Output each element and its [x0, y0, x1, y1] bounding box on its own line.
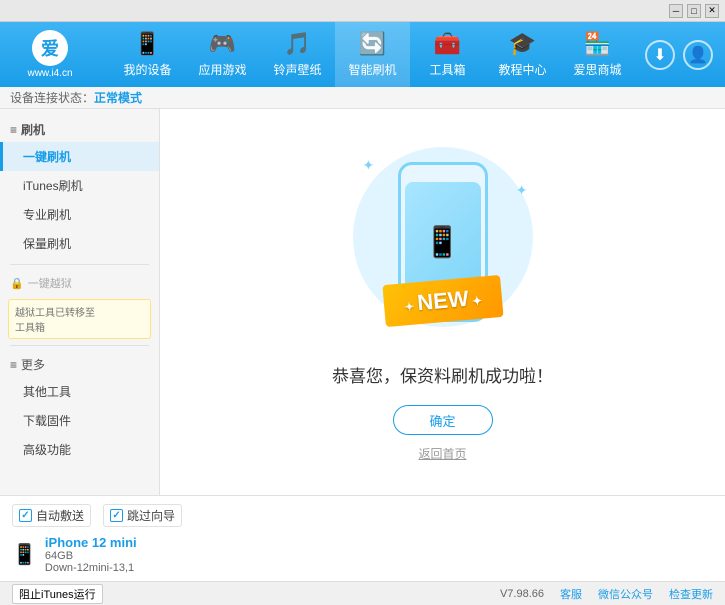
auto-send-checkbox[interactable]: 自动敷送: [12, 504, 91, 527]
stop-itunes-button[interactable]: 阻止iTunes运行: [12, 584, 103, 604]
window-controls[interactable]: ─ □ ✕: [669, 4, 719, 18]
more-section-label: 更多: [21, 356, 45, 373]
device-name: iPhone 12 mini: [45, 535, 137, 550]
flash-section-icon: ≡: [10, 123, 17, 137]
sidebar-item-advanced[interactable]: 高级功能: [0, 435, 159, 464]
sidebar-divider-2: [10, 345, 149, 346]
nav-ringtones-label: 铃声壁纸: [273, 61, 321, 78]
jailbreak-section-header: 🔒 一键越狱: [0, 271, 159, 295]
nav-smart-flash-icon: 🔄: [359, 31, 386, 57]
new-banner: NEW: [382, 275, 503, 327]
status-bottom-left: 阻止iTunes运行: [12, 584, 103, 604]
nav-app-store-icon: 🏪: [584, 31, 611, 57]
nav-smart-flash[interactable]: 🔄 智能刷机: [335, 22, 410, 87]
sidebar-divider-1: [10, 264, 149, 265]
sidebar-item-one-key-flash[interactable]: 一键刷机: [0, 142, 159, 171]
jailbreak-notice: 越狱工具已转移至工具箱: [8, 299, 151, 339]
minimize-button[interactable]: ─: [669, 4, 683, 18]
nav-app-store-label: 爱思商城: [573, 61, 621, 78]
sparkle-right: ✦: [516, 182, 528, 199]
main-area: ≡ 刷机 一键刷机 iTunes刷机 专业刷机 保量刷机 🔒 一键越狱 越狱工具…: [0, 109, 725, 495]
device-details: iPhone 12 mini 64GB Down-12mini-13,1: [45, 535, 137, 574]
version-label: V7.98.66: [500, 588, 544, 600]
device-phone-icon: 📱: [12, 542, 37, 567]
nav-bar: 📱 我的设备 🎮 应用游戏 🎵 铃声壁纸 🔄 智能刷机 🧰 工具箱 🎓 教程中心…: [100, 22, 645, 87]
flash-section-label: 刷机: [21, 121, 45, 138]
nav-tutorial-icon: 🎓: [509, 31, 536, 57]
close-button[interactable]: ✕: [705, 4, 719, 18]
maximize-button[interactable]: □: [687, 4, 701, 18]
return-link[interactable]: 返回首页: [418, 445, 466, 462]
device-ios: Down-12mini-13,1: [45, 562, 137, 574]
sidebar: ≡ 刷机 一键刷机 iTunes刷机 专业刷机 保量刷机 🔒 一键越狱 越狱工具…: [0, 109, 160, 495]
sparkle-left: ✦: [363, 157, 375, 174]
status-bottom-bar: 阻止iTunes运行 V7.98.66 客服 微信公众号 检查更新: [0, 581, 725, 605]
sidebar-item-pro-flash[interactable]: 专业刷机: [0, 200, 159, 229]
nav-my-device-label: 我的设备: [123, 61, 171, 78]
device-storage: 64GB: [45, 550, 137, 562]
nav-apps-games-icon: 🎮: [209, 31, 236, 57]
skip-wizard-label: 跳过向导: [127, 507, 175, 524]
connection-status-value: 正常模式: [94, 89, 142, 106]
status-bottom-right: V7.98.66 客服 微信公众号 检查更新: [500, 586, 713, 602]
header-actions: ⬇ 👤: [645, 40, 725, 70]
lock-icon: 🔒: [10, 277, 24, 290]
service-link[interactable]: 客服: [560, 586, 582, 602]
success-message: 恭喜您，保资料刷机成功啦！: [332, 362, 553, 387]
nav-my-device-icon: 📱: [134, 31, 161, 57]
nav-my-device[interactable]: 📱 我的设备: [110, 22, 185, 87]
flash-section-header: ≡ 刷机: [0, 117, 159, 142]
jailbreak-label: 一键越狱: [28, 275, 72, 291]
phone-icon: 📱: [424, 225, 461, 260]
auto-send-check-box[interactable]: [19, 509, 32, 522]
skip-wizard-check-box[interactable]: [110, 509, 123, 522]
checkbox-group: 自动敷送 跳过向导: [12, 504, 713, 527]
logo-area: 爱 www.i4.cn: [0, 30, 100, 79]
sidebar-item-itunes-flash[interactable]: iTunes刷机: [0, 171, 159, 200]
device-info: 📱 iPhone 12 mini 64GB Down-12mini-13,1: [12, 535, 713, 574]
nav-toolbox-icon: 🧰: [434, 31, 461, 57]
header: 爱 www.i4.cn 📱 我的设备 🎮 应用游戏 🎵 铃声壁纸 🔄 智能刷机 …: [0, 22, 725, 87]
nav-toolbox[interactable]: 🧰 工具箱: [410, 22, 485, 87]
logo-url: www.i4.cn: [27, 68, 72, 79]
device-bar-left: 自动敷送 跳过向导 📱 iPhone 12 mini 64GB Down-12m…: [12, 504, 713, 574]
nav-ringtones-icon: 🎵: [284, 31, 311, 57]
success-illustration: ✦ ✦ 📱 NEW: [343, 142, 543, 342]
auto-send-label: 自动敷送: [36, 507, 84, 524]
content-area: ✦ ✦ 📱 NEW 恭喜您，保资料刷机成功啦！ 确定 返回首页: [160, 109, 725, 495]
sidebar-item-download-firmware[interactable]: 下载固件: [0, 406, 159, 435]
device-bar: 自动敷送 跳过向导 📱 iPhone 12 mini 64GB Down-12m…: [0, 495, 725, 581]
logo-icon: 爱: [32, 30, 68, 66]
more-section-header: ≡ 更多: [0, 352, 159, 377]
nav-apps-games-label: 应用游戏: [198, 61, 246, 78]
nav-tutorial-label: 教程中心: [498, 61, 546, 78]
nav-toolbox-label: 工具箱: [429, 61, 465, 78]
connection-status-label: 设备连接状态：: [10, 89, 94, 106]
sidebar-item-save-flash[interactable]: 保量刷机: [0, 229, 159, 258]
nav-apps-games[interactable]: 🎮 应用游戏: [185, 22, 260, 87]
skip-wizard-checkbox[interactable]: 跳过向导: [103, 504, 182, 527]
nav-ringtones[interactable]: 🎵 铃声壁纸: [260, 22, 335, 87]
download-button[interactable]: ⬇: [645, 40, 675, 70]
nav-app-store[interactable]: 🏪 爱思商城: [560, 22, 635, 87]
wechat-link[interactable]: 微信公众号: [598, 586, 653, 602]
nav-tutorial[interactable]: 🎓 教程中心: [485, 22, 560, 87]
nav-smart-flash-label: 智能刷机: [348, 61, 396, 78]
check-update-link[interactable]: 检查更新: [669, 586, 713, 602]
sidebar-item-other-tools[interactable]: 其他工具: [0, 377, 159, 406]
user-button[interactable]: 👤: [683, 40, 713, 70]
more-section-icon: ≡: [10, 358, 17, 372]
confirm-button[interactable]: 确定: [393, 405, 493, 435]
connection-status-bar: 设备连接状态： 正常模式: [0, 87, 725, 109]
title-bar: ─ □ ✕: [0, 0, 725, 22]
